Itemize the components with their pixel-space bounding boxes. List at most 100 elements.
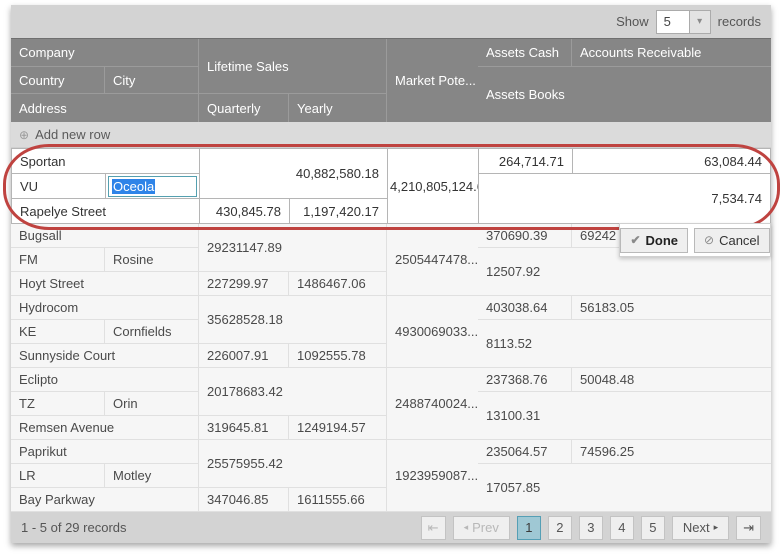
header-address[interactable]: Address [11,94,199,122]
cell-cash[interactable]: 403038.64 [478,296,572,320]
first-page-button[interactable]: ⇤ [421,516,446,540]
cell-lifetime[interactable]: 25575955.42 [199,440,387,488]
edit-cell-company[interactable]: Sportan [12,149,200,174]
edit-row: Sportan 40,882,580.18 4,210,805,124.6 26… [11,148,771,224]
prev-label: Prev [472,520,499,535]
prev-page-button[interactable]: ◂ Prev [453,516,510,540]
cell-receivable[interactable]: 50048.48 [572,368,771,392]
cell-quarterly[interactable]: 227299.97 [199,272,289,296]
edit-cell-country[interactable]: VU [12,174,106,199]
edit-cell-books[interactable]: 7,534.74 [479,174,771,224]
cancel-button[interactable]: ⊘ Cancel [694,228,770,253]
cell-city[interactable]: Cornfields [105,320,199,344]
cell-city[interactable]: Motley [105,464,199,488]
cell-address[interactable]: Sunnyside Court [11,344,199,368]
header-assets-cash[interactable]: Assets Cash [478,39,572,67]
header-city[interactable]: City [105,67,199,94]
page-button-3[interactable]: 3 [579,516,603,540]
done-button[interactable]: ✔ Done [620,228,688,253]
cell-receivable[interactable]: 74596.25 [572,440,771,464]
cell-cash[interactable]: 235064.57 [478,440,572,464]
cell-address[interactable]: Remsen Avenue [11,416,199,440]
cell-address[interactable]: Hoyt Street [11,272,199,296]
cell-yearly[interactable]: 1249194.57 [289,416,387,440]
edit-cell-cash[interactable]: 264,714.71 [479,149,573,174]
cell-company[interactable]: Bugsall [11,224,199,248]
cell-city[interactable]: Rosine [105,248,199,272]
edit-cell-address[interactable]: Rapelye Street [12,199,200,224]
page-button-2[interactable]: 2 [548,516,572,540]
records-label: records [718,14,761,29]
header-assets-books[interactable]: Assets Books [478,67,771,122]
cell-lifetime[interactable]: 20178683.42 [199,368,387,416]
cell-books[interactable]: 8113.52 [478,320,771,368]
header-country[interactable]: Country [11,67,105,94]
cell-market[interactable]: 2505447478.... [387,224,478,296]
done-label: Done [646,233,679,248]
header-lifetime-sales[interactable]: Lifetime Sales [199,39,387,94]
cell-yearly[interactable]: 1611555.66 [289,488,387,512]
cell-market[interactable]: 1923959087.... [387,440,478,512]
cell-quarterly[interactable]: 226007.91 [199,344,289,368]
page-size-dropdown[interactable]: 5 ▾ [656,10,711,34]
cell-books[interactable]: 13100.31 [478,392,771,440]
grid-footer: 1 - 5 of 29 records ⇤ ◂ Prev 1 2 3 4 5 N… [11,512,771,543]
cell-company[interactable]: Hydrocom [11,296,199,320]
prev-arrow-icon: ◂ [464,523,469,532]
cancel-label: Cancel [719,233,759,248]
table-row[interactable]: Eclipto 20178683.42 2488740024.... 23736… [11,368,771,440]
city-editor-input[interactable]: Oceola [108,176,197,197]
cell-lifetime[interactable]: 35628528.18 [199,296,387,344]
cell-country[interactable]: LR [11,464,105,488]
cell-yearly[interactable]: 1092555.78 [289,344,387,368]
pagination: ⇤ ◂ Prev 1 2 3 4 5 Next ▸ ⇥ [421,516,761,540]
edit-cell-yearly[interactable]: 1,197,420.17 [290,199,388,224]
header-market-potential[interactable]: Market Pote... [387,39,478,122]
header-quarterly[interactable]: Quarterly [199,94,289,122]
header-yearly[interactable]: Yearly [289,94,387,122]
cell-quarterly[interactable]: 319645.81 [199,416,289,440]
cell-cash[interactable]: 237368.76 [478,368,572,392]
next-label: Next [683,520,710,535]
add-new-row-button[interactable]: ⊕ Add new row [11,122,771,148]
next-page-button[interactable]: Next ▸ [672,516,729,540]
header-accounts-receivable[interactable]: Accounts Receivable [572,39,771,67]
cell-company[interactable]: Paprikut [11,440,199,464]
cell-yearly[interactable]: 1486467.06 [289,272,387,296]
cell-company[interactable]: Eclipto [11,368,199,392]
cell-cash[interactable]: 370690.39 [478,224,572,248]
cell-receivable[interactable]: 56183.05 [572,296,771,320]
header-company[interactable]: Company [11,39,199,67]
last-page-icon: ⇥ [743,520,754,536]
cell-books[interactable]: 17057.85 [478,464,771,512]
page-button-4[interactable]: 4 [610,516,634,540]
edit-cell-lifetime[interactable]: 40,882,580.18 [200,149,388,199]
cell-city[interactable]: Orin [105,392,199,416]
check-icon: ✔ [630,234,640,246]
table-row[interactable]: Hydrocom 35628528.18 4930069033.... 4030… [11,296,771,368]
page-button-5[interactable]: 5 [641,516,665,540]
last-page-button[interactable]: ⇥ [736,516,761,540]
add-new-row-label: Add new row [35,127,110,142]
grid-header: Company Lifetime Sales Market Pote... As… [11,38,771,122]
cell-quarterly[interactable]: 347046.85 [199,488,289,512]
cell-country[interactable]: FM [11,248,105,272]
cancel-icon: ⊘ [704,234,714,246]
cell-address[interactable]: Bay Parkway [11,488,199,512]
table-row[interactable]: Paprikut 25575955.42 1923959087.... 2350… [11,440,771,512]
chevron-down-icon[interactable]: ▾ [689,10,711,34]
edit-cell-receivable[interactable]: 63,084.44 [573,149,771,174]
page-size-value[interactable]: 5 [656,10,690,34]
data-grid: Show 5 ▾ records Company Lifetime Sales … [11,5,771,543]
edit-cell-market[interactable]: 4,210,805,124.6 [388,149,479,224]
page-button-1[interactable]: 1 [517,516,541,540]
grid-toolbar: Show 5 ▾ records [11,5,771,38]
cell-country[interactable]: TZ [11,392,105,416]
cell-market[interactable]: 2488740024.... [387,368,478,440]
add-circle-icon: ⊕ [19,129,29,141]
first-page-icon: ⇤ [428,520,439,536]
cell-country[interactable]: KE [11,320,105,344]
edit-cell-quarterly[interactable]: 430,845.78 [200,199,290,224]
cell-lifetime[interactable]: 29231147.89 [199,224,387,272]
cell-market[interactable]: 4930069033.... [387,296,478,368]
